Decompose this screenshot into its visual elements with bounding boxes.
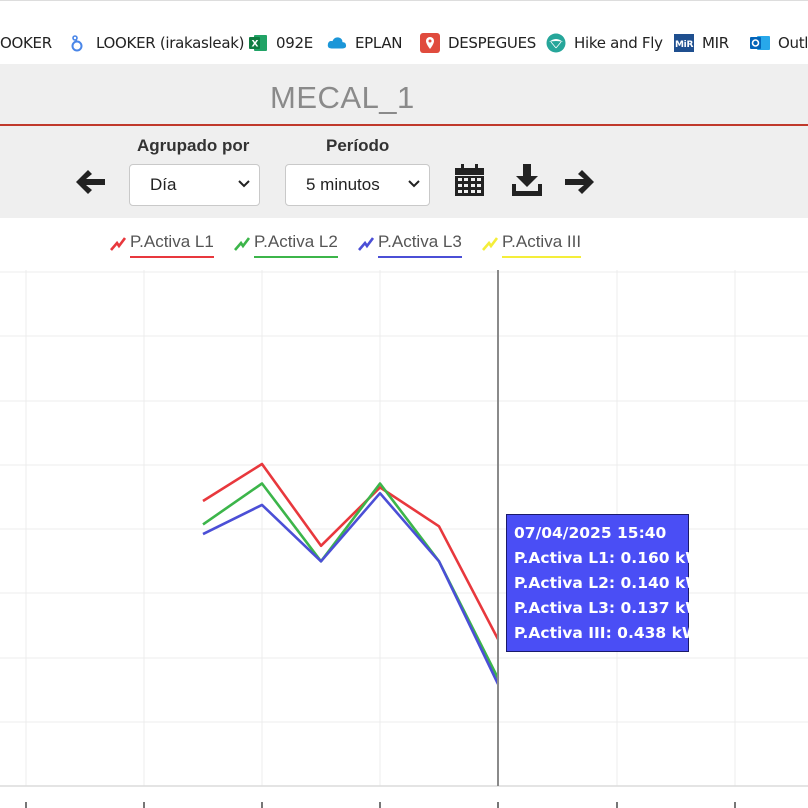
mir-icon: MiR bbox=[674, 33, 694, 53]
download-icon bbox=[512, 164, 542, 196]
page-title: MECAL_1 bbox=[270, 80, 415, 115]
calendar-button[interactable] bbox=[455, 164, 484, 196]
line-series-icon bbox=[110, 237, 126, 251]
bookmark-092e[interactable]: X 092E bbox=[248, 32, 313, 54]
svg-text:MiR: MiR bbox=[675, 40, 693, 50]
page-header: MECAL_1 bbox=[0, 64, 808, 126]
legend-label: P.Activa L1 bbox=[130, 232, 214, 258]
paraglider-icon bbox=[546, 33, 566, 53]
map-pin-icon bbox=[420, 33, 440, 53]
legend-item-l3[interactable]: P.Activa L3 bbox=[358, 232, 462, 258]
tooltip-timestamp: 07/04/2025 15:40 bbox=[514, 524, 667, 542]
period-select[interactable]: 5 minutos bbox=[285, 164, 430, 206]
controls-bar: Agrupado por Día Período 5 minutos bbox=[0, 126, 808, 218]
period-label: Período bbox=[326, 136, 390, 155]
group-by-value: Día bbox=[150, 175, 177, 194]
line-series-icon bbox=[482, 237, 498, 251]
tooltip-l3: P.Activa L3: 0.137 kW bbox=[514, 599, 703, 617]
svg-text:X: X bbox=[252, 40, 259, 50]
calendar-icon bbox=[455, 164, 484, 196]
previous-button[interactable] bbox=[74, 169, 106, 195]
legend-item-l1[interactable]: P.Activa L1 bbox=[110, 232, 214, 258]
chevron-down-icon bbox=[238, 180, 250, 188]
download-button[interactable] bbox=[512, 164, 542, 196]
chevron-down-icon bbox=[408, 180, 420, 188]
bookmark-outlook[interactable]: Outl bbox=[750, 32, 808, 54]
next-button[interactable] bbox=[564, 169, 596, 195]
arrow-right-icon bbox=[565, 170, 594, 194]
cloud-icon bbox=[327, 33, 347, 53]
period-value: 5 minutos bbox=[306, 175, 380, 194]
looker-icon bbox=[68, 33, 88, 53]
bookmark-looker-irakasleak[interactable]: LOOKER (irakasleak) bbox=[68, 32, 244, 54]
line-series-icon bbox=[358, 237, 374, 251]
bookmarks-bar: OOKER LOOKER (irakasleak) X 092E EPLAN D… bbox=[0, 0, 808, 64]
chart-legend: P.Activa L1 P.Activa L2 P.Activa L3 P.Ac… bbox=[0, 218, 808, 270]
excel-icon: X bbox=[248, 33, 268, 53]
arrow-left-icon bbox=[76, 170, 105, 194]
legend-label: P.Activa III bbox=[502, 232, 582, 258]
series-line-1 bbox=[202, 462, 500, 640]
bookmark-eplan[interactable]: EPLAN bbox=[327, 32, 403, 54]
chart-tooltip: 07/04/2025 15:40 P.Activa L1: 0.160 kW P… bbox=[506, 514, 703, 652]
bookmark-despegues[interactable]: DESPEGUES bbox=[420, 32, 536, 54]
tooltip-l2: P.Activa L2: 0.140 kW bbox=[514, 574, 703, 592]
outlook-icon bbox=[750, 33, 770, 53]
bookmark-mir[interactable]: MiR MIR bbox=[674, 32, 729, 54]
group-by-select[interactable]: Día bbox=[129, 164, 260, 206]
bookmark-looker[interactable]: OOKER bbox=[0, 32, 52, 54]
bookmark-hike-and-fly[interactable]: Hike and Fly bbox=[546, 32, 663, 54]
tooltip-l1: P.Activa L1: 0.160 kW bbox=[514, 549, 703, 567]
tooltip-iii: P.Activa III: 0.438 kW bbox=[514, 624, 699, 642]
group-by-label: Agrupado por bbox=[137, 136, 250, 155]
legend-item-l2[interactable]: P.Activa L2 bbox=[234, 232, 338, 258]
legend-item-iii[interactable]: P.Activa III bbox=[482, 232, 582, 258]
legend-label: P.Activa L2 bbox=[254, 232, 338, 258]
line-series-icon bbox=[234, 237, 250, 251]
legend-label: P.Activa L3 bbox=[378, 232, 462, 258]
